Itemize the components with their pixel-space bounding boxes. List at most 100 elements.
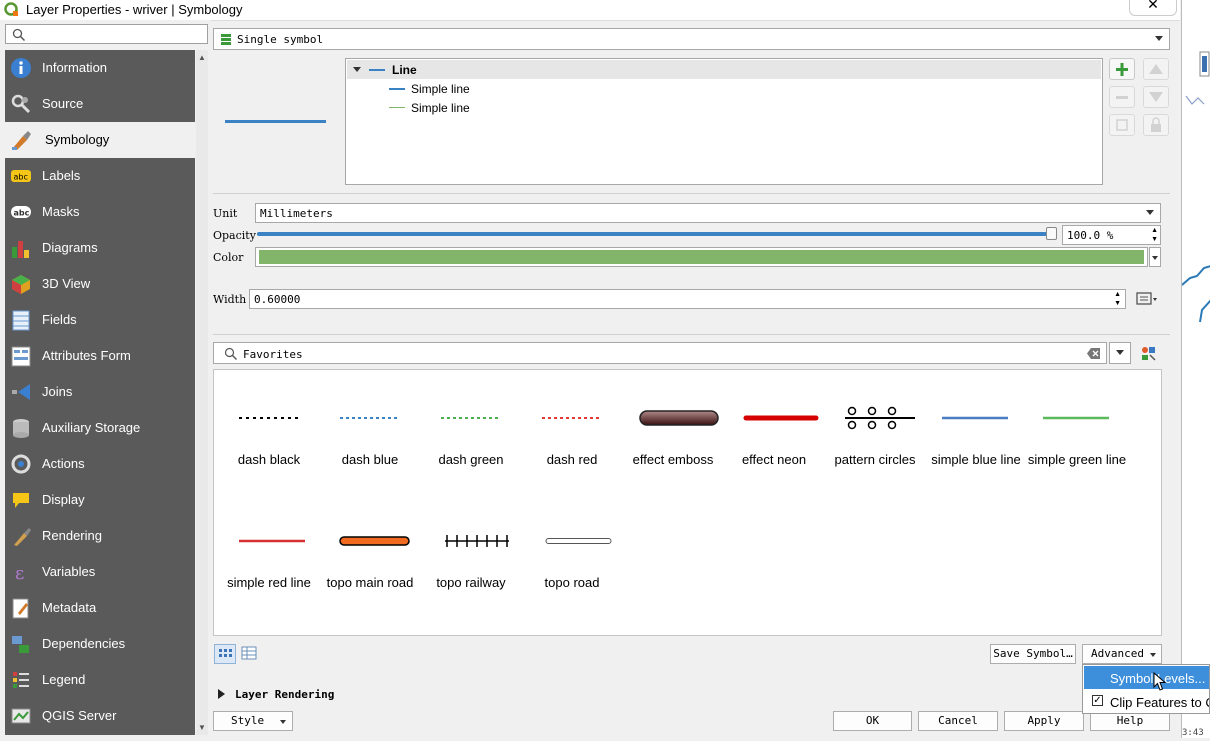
sidebar-item-label: Legend — [42, 672, 86, 687]
save-symbol-button[interactable]: Save Symbol… — [990, 644, 1076, 664]
chevron-down-icon — [1146, 210, 1154, 215]
single-symbol-icon — [221, 34, 231, 45]
sidebar-item-auxiliary-storage[interactable]: Auxiliary Storage — [5, 410, 195, 446]
neon-preview-icon — [741, 413, 821, 423]
symbol-name: simple green line — [1027, 452, 1127, 467]
apply-button[interactable]: Apply — [1004, 711, 1084, 731]
move-up-button[interactable] — [1143, 58, 1169, 80]
sidebar-scrollbar[interactable]: ▲ ▼ — [196, 50, 208, 735]
lock-icon — [1151, 117, 1161, 132]
data-defined-override-icon[interactable] — [1135, 290, 1159, 308]
list-view-icon — [241, 646, 257, 660]
dependencies-icon — [12, 636, 29, 653]
sidebar-item-fields[interactable]: Fields — [5, 302, 195, 338]
minus-icon — [1116, 96, 1128, 99]
duplicate-layer-button[interactable] — [1109, 114, 1135, 136]
symbol-name: effect emboss — [632, 452, 714, 467]
remove-layer-button[interactable] — [1109, 86, 1135, 108]
sidebar-item-legend[interactable]: Legend — [5, 662, 195, 698]
width-spinbox[interactable]: 0.60000 ▲ ▼ — [249, 289, 1126, 309]
opacity-slider-track[interactable] — [257, 232, 1057, 236]
svg-text:abc: abc — [14, 173, 28, 182]
sidebar-item-qgis-server[interactable]: QGIS Server — [5, 698, 195, 734]
actions-icon — [11, 454, 31, 474]
lock-layer-button[interactable] — [1143, 114, 1169, 136]
tree-layer-row[interactable]: Simple line — [386, 80, 686, 98]
spin-up-icon[interactable]: ▲ — [1114, 291, 1121, 298]
road-preview-icon — [545, 538, 612, 544]
advanced-button[interactable]: Advanced — [1082, 644, 1162, 664]
symbol-name: simple red line — [227, 575, 311, 590]
tree-layer-row[interactable]: Simple line — [386, 99, 686, 117]
opacity-spinbox[interactable]: 100.0 % ▲ ▼ — [1062, 225, 1161, 245]
spin-down-icon[interactable]: ▼ — [1114, 300, 1121, 307]
symbol-name: effect neon — [741, 452, 807, 467]
menu-item-clip-features[interactable]: ✓ Clip Features to C — [1084, 690, 1209, 713]
sidebar-item-joins[interactable]: Joins — [5, 374, 195, 410]
sidebar-item-3d-view[interactable]: 3D View — [5, 266, 195, 302]
cancel-button[interactable]: Cancel — [918, 711, 998, 731]
symbol-preview — [225, 120, 326, 123]
sidebar-item-labels[interactable]: abc Labels — [5, 158, 195, 194]
style-manager-icon[interactable] — [1140, 345, 1158, 361]
unit-select[interactable]: Millimeters — [255, 203, 1161, 223]
sidebar-item-label: Metadata — [42, 600, 97, 615]
attributes-form-icon — [11, 346, 31, 367]
renderer-select[interactable]: Single symbol — [213, 28, 1170, 50]
menu-item-symbol-levels[interactable]: Symbol Levels... — [1084, 666, 1209, 689]
sidebar-item-variables[interactable]: ε Variables — [5, 554, 195, 590]
close-button[interactable]: ✕ — [1129, 0, 1177, 16]
sidebar-item-dependencies[interactable]: Dependencies — [5, 626, 195, 662]
opacity-slider-handle[interactable] — [1046, 227, 1057, 240]
move-down-button[interactable] — [1143, 86, 1169, 108]
display-icon — [13, 493, 29, 508]
sidebar-item-rendering[interactable]: Rendering — [5, 518, 195, 554]
sidebar-search-input[interactable] — [5, 24, 208, 44]
library-search-input[interactable]: Favorites — [213, 342, 1107, 364]
sidebar-item-label: Information — [42, 60, 108, 75]
color-label: Color — [213, 251, 244, 264]
color-menu-button[interactable] — [1149, 247, 1161, 267]
help-button[interactable]: Help — [1090, 711, 1170, 731]
sidebar-item-actions[interactable]: Actions — [5, 446, 195, 482]
add-layer-button[interactable] — [1109, 58, 1135, 80]
symbol-name: topo road — [544, 575, 600, 590]
sidebar-item-symbology[interactable]: Symbology — [5, 122, 195, 158]
variables-icon: ε — [15, 563, 24, 583]
sidebar-item-metadata[interactable]: Metadata — [5, 590, 195, 626]
sidebar-item-attributes-form[interactable]: Attributes Form — [5, 338, 195, 374]
spin-up-icon[interactable]: ▲ — [1151, 227, 1158, 234]
dash-blue-preview-icon — [340, 417, 400, 419]
sidebar-item-label: Auxiliary Storage — [42, 420, 141, 435]
svg-text:3:43: 3:43 — [1182, 728, 1204, 738]
sidebar-item-information[interactable]: Information — [5, 50, 195, 86]
style-button[interactable]: Style — [213, 711, 293, 731]
library-filter-dropdown[interactable] — [1109, 342, 1131, 364]
sidebar-item-label: Diagrams — [42, 240, 98, 255]
layer-rendering-label: Layer Rendering — [235, 688, 335, 701]
symbol-name: dash red — [546, 452, 598, 467]
sidebar-item-display[interactable]: Display — [5, 482, 195, 518]
sidebar-item-masks[interactable]: abc Masks — [5, 194, 195, 230]
list-view-button[interactable] — [239, 644, 261, 664]
arrow-down-icon — [1149, 92, 1163, 102]
ok-button[interactable]: OK — [833, 711, 912, 731]
sidebar-item-source[interactable]: Source — [5, 86, 195, 122]
layer-rendering-group[interactable]: Layer Rendering — [214, 686, 514, 704]
line-symbol-icon — [369, 69, 385, 71]
tree-expand-icon[interactable] — [353, 67, 361, 72]
tree-root-row[interactable]: Line — [347, 60, 1101, 79]
style-label: Style — [231, 714, 265, 727]
icon-view-button[interactable] — [214, 644, 236, 664]
sidebar-item-diagrams[interactable]: Diagrams — [5, 230, 195, 266]
scroll-down-icon[interactable]: ▼ — [198, 723, 206, 732]
spin-down-icon[interactable]: ▼ — [1151, 236, 1158, 243]
clear-icon[interactable] — [1087, 347, 1101, 360]
blue-line-preview-icon — [942, 416, 1008, 420]
color-button[interactable] — [255, 247, 1148, 267]
search-icon — [224, 347, 237, 360]
sidebar-item-label: Display — [42, 492, 85, 507]
menu-item-label: Clip Features to C — [1110, 695, 1209, 710]
color-swatch — [259, 250, 1144, 264]
scroll-up-icon[interactable]: ▲ — [198, 53, 206, 62]
